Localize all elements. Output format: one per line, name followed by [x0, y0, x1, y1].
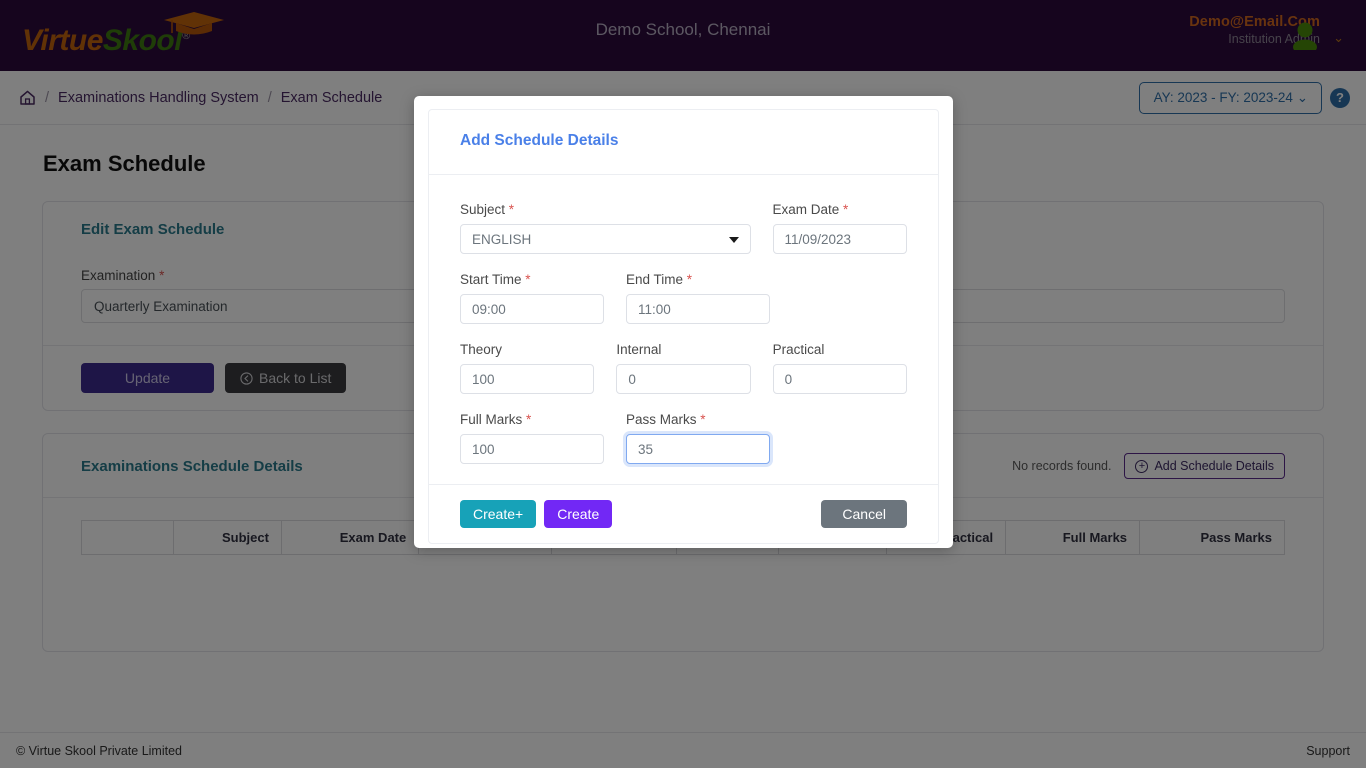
chevron-down-icon: [728, 237, 739, 243]
subject-select[interactable]: [460, 224, 751, 254]
cancel-button[interactable]: Cancel: [821, 500, 907, 528]
modal-body: Subject * Exam Date *: [429, 175, 938, 484]
practical-label: Practical: [772, 342, 825, 357]
modal-title: Add Schedule Details: [429, 110, 938, 175]
internal-input[interactable]: [616, 364, 751, 394]
modal-inner-panel: Add Schedule Details Subject * Exam Date: [428, 109, 939, 544]
start-time-label: Start Time *: [460, 272, 604, 287]
theory-field: Theory: [460, 342, 595, 394]
start-time-input[interactable]: [460, 294, 604, 324]
end-time-required-asterisk: *: [686, 272, 693, 287]
full-marks-label-text: Full Marks: [460, 412, 523, 427]
modal-row-subject-date: Subject * Exam Date *: [460, 202, 907, 254]
subject-select-wrapper[interactable]: [460, 224, 751, 254]
create-button[interactable]: Create: [544, 500, 613, 528]
practical-field: Practical: [772, 342, 907, 394]
subject-field: Subject *: [460, 202, 751, 254]
full-marks-label: Full Marks *: [460, 412, 604, 427]
end-time-input[interactable]: [626, 294, 770, 324]
subject-label-text: Subject: [460, 202, 506, 217]
subject-label: Subject *: [460, 202, 751, 217]
modal-row-times: Start Time * End Time *: [460, 272, 907, 324]
start-time-label-text: Start Time: [460, 272, 522, 287]
exam-date-required-asterisk: *: [843, 202, 849, 217]
add-schedule-details-modal: Add Schedule Details Subject * Exam Date: [414, 96, 953, 548]
end-time-field: End Time *: [626, 272, 770, 324]
pass-marks-required-asterisk: *: [700, 412, 706, 427]
pass-marks-field: Pass Marks *: [626, 412, 770, 464]
exam-date-label-text: Exam Date: [772, 202, 840, 217]
full-marks-required-asterisk: *: [526, 412, 532, 427]
pass-marks-label: Pass Marks *: [626, 412, 770, 427]
exam-date-field: Exam Date *: [772, 202, 908, 254]
internal-field: Internal: [616, 342, 751, 394]
create-plus-button[interactable]: Create+: [460, 500, 537, 528]
modal-row-marks-breakdown: Theory Internal Practical: [460, 342, 907, 394]
full-marks-input[interactable]: [460, 434, 604, 464]
modal-footer: Create+ Create Cancel: [429, 484, 938, 543]
end-time-label: End Time *: [626, 272, 770, 287]
exam-date-label: Exam Date *: [773, 202, 908, 217]
theory-label: Theory: [460, 342, 503, 357]
end-time-label-text: End Time: [626, 272, 684, 287]
theory-input[interactable]: [460, 364, 595, 394]
practical-input[interactable]: [772, 364, 907, 394]
exam-date-input[interactable]: [772, 224, 907, 254]
full-marks-field: Full Marks *: [460, 412, 604, 464]
pass-marks-input[interactable]: [626, 434, 770, 464]
internal-label: Internal: [616, 342, 662, 357]
start-time-field: Start Time *: [460, 272, 604, 324]
modal-row-total-marks: Full Marks * Pass Marks *: [460, 412, 907, 464]
subject-required-asterisk: *: [508, 202, 515, 217]
start-time-required-asterisk: *: [525, 272, 531, 287]
pass-marks-label-text: Pass Marks: [626, 412, 697, 427]
